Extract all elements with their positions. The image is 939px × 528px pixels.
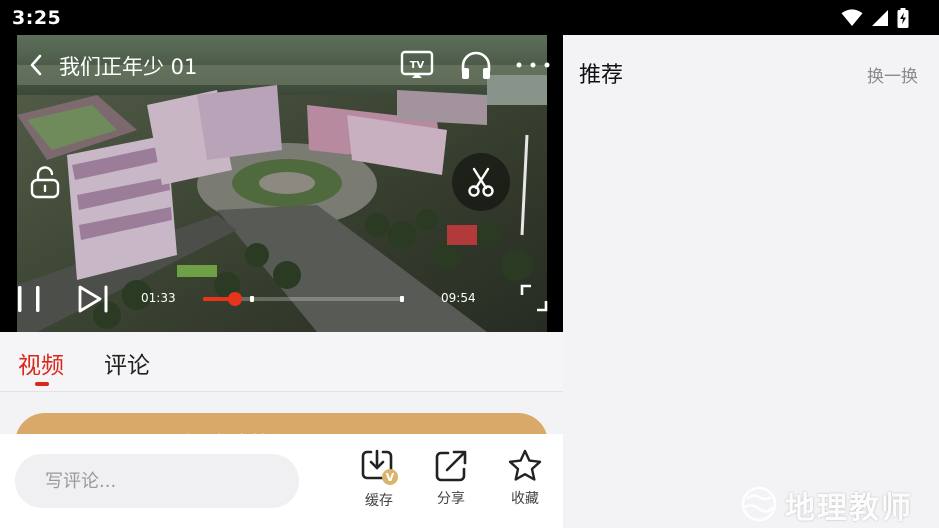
more-icon[interactable] [515,61,551,69]
video-title: 我们正年少 01 [59,55,198,79]
lock-icon[interactable] [29,165,61,199]
svg-text:TV: TV [410,60,425,71]
tab-video[interactable]: 视频 [18,346,64,380]
progress-marker [400,296,404,302]
content-tabs: 视频 评论 [0,332,563,392]
tab-indicator [35,382,49,386]
current-time: 01:33 [141,291,176,305]
tv-cast-icon[interactable]: TV [400,48,434,82]
player-top-bar: 我们正年少 01 TV [0,35,563,95]
status-icons [841,8,909,28]
scissors-icon [468,167,494,197]
fullscreen-icon[interactable] [520,284,548,312]
tab-comment[interactable]: 评论 [104,346,150,380]
progress-thumb[interactable] [227,292,242,306]
share-label: 分享 [437,491,465,507]
progress-marker [250,296,254,302]
headphone-icon[interactable] [459,49,493,81]
wifi-icon [841,9,863,26]
back-icon[interactable] [27,53,47,77]
progress-bar[interactable] [203,292,404,306]
signal-icon [872,10,888,26]
share-icon [435,450,467,482]
share-button[interactable]: 分享 [424,448,478,514]
pause-icon[interactable] [14,284,44,314]
status-bar: 3:25 [0,0,939,35]
download-icon: V [361,449,398,485]
comment-bar: V 缓存 分享 收藏 [0,434,563,528]
battery-charging-icon [897,8,909,28]
comment-input[interactable] [15,454,299,508]
favorite-label: 收藏 [511,491,539,507]
favorite-button[interactable]: 收藏 [498,448,552,514]
recommend-panel: 推荐 换一换 [563,35,939,528]
video-player[interactable]: 我们正年少 01 TV 01:33 09:54 [0,35,563,332]
total-time: 09:54 [441,291,476,305]
recommend-title: 推荐 [579,63,624,88]
refresh-button[interactable]: 换一换 [867,62,918,87]
svg-text:V: V [386,471,395,484]
clip-button[interactable] [452,153,510,211]
cache-label: 缓存 [365,493,393,509]
watermark-text: 地理教师 [785,491,913,526]
watermark-logo-icon [741,486,777,522]
watermark: 地理教师 [737,483,937,527]
cache-button[interactable]: V 缓存 [352,448,406,514]
app-screen: 3:25 我们正年少 01 TV 01:33 09:54 视频 评论 写评论..… [0,0,939,528]
status-time: 3:25 [12,7,62,29]
star-icon [508,449,542,481]
next-icon[interactable] [76,283,112,315]
